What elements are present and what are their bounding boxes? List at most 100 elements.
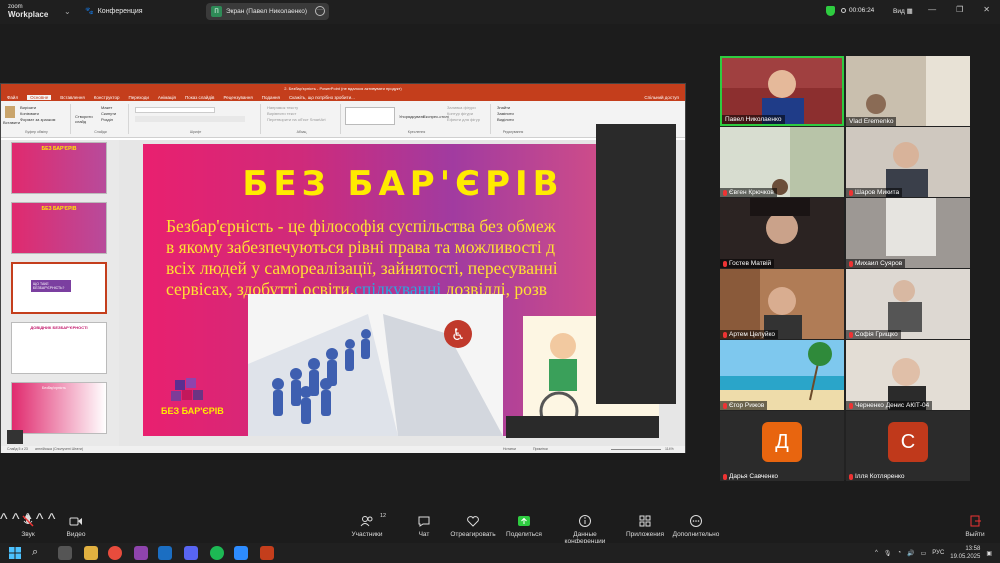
battery-icon[interactable]: ▭ xyxy=(921,550,927,557)
comments-button[interactable]: Примітки xyxy=(533,446,548,453)
participant-tile[interactable]: Євген Крючков xyxy=(720,127,844,197)
zoom-level[interactable]: 114% xyxy=(665,446,674,453)
copy-button[interactable]: Копіювати xyxy=(20,111,39,116)
new-slide-button[interactable]: Створити слайд xyxy=(75,114,95,124)
paste-icon[interactable] xyxy=(5,106,15,118)
conference-menu[interactable]: 🐾 Конференция xyxy=(85,7,143,16)
shapes-gallery[interactable] xyxy=(345,107,395,125)
slide-thumbnail-selected[interactable]: 5 ЩО ТАКЕ БЕЗБАР'ЄРНІСТЬ? xyxy=(11,262,107,314)
search-icon[interactable]: ⌕ xyxy=(32,546,46,560)
paste-label[interactable]: Вставити xyxy=(3,120,20,125)
tab-slideshow[interactable]: Показ слайдів xyxy=(185,95,214,100)
close-icon[interactable]: ✕ xyxy=(983,5,990,14)
steam-icon[interactable] xyxy=(158,546,172,560)
smartart-button[interactable]: Перетворити на об'єкт SmartArt xyxy=(267,117,326,122)
font-format-buttons[interactable] xyxy=(135,116,245,122)
discord-icon[interactable] xyxy=(184,546,198,560)
chat-button[interactable]: Чат xyxy=(412,514,436,538)
current-slide[interactable]: БЕЗ БАР'ЄРІВ Безбар'єрність - це філософ… xyxy=(143,144,659,436)
overlay-strip xyxy=(506,416,659,438)
chevron-down-icon[interactable]: ⌄ xyxy=(64,7,71,16)
zoom-taskbar-icon[interactable] xyxy=(234,546,248,560)
participant-tile[interactable]: Артем Целуйко xyxy=(720,269,844,339)
notes-button[interactable]: Нотатки xyxy=(503,446,516,453)
spotify-icon[interactable] xyxy=(210,546,224,560)
powerpoint-taskbar-icon[interactable] xyxy=(260,546,274,560)
slide-thumbnail[interactable]: 4 БЕЗ БАР'ЄРІВ xyxy=(11,202,107,254)
tab-design[interactable]: Конструктор xyxy=(94,95,120,100)
participant-tile[interactable]: Черненко Денис АКІТ-04 xyxy=(846,340,970,410)
minimize-icon[interactable]: — xyxy=(928,5,936,14)
participant-tile[interactable]: Михаил Суяров xyxy=(846,198,970,268)
participant-tile[interactable]: Гостев Матвій xyxy=(720,198,844,268)
react-button[interactable]: Отреагировать xyxy=(450,514,496,538)
tab-home[interactable]: Основне xyxy=(27,94,52,100)
more-button[interactable]: Дополнительно xyxy=(672,514,720,538)
text-direction-button[interactable]: Напрямок тексту xyxy=(267,105,298,110)
app-icon[interactable] xyxy=(134,546,148,560)
tab-animations[interactable]: Анімація xyxy=(158,95,176,100)
zoom-slider[interactable] xyxy=(611,449,661,450)
participant-tile[interactable]: Vlad Eremenko xyxy=(846,56,970,126)
ppt-ribbon-tabs: Файл Основне Вставлення Конструктор Пере… xyxy=(1,93,685,101)
tell-me-search[interactable]: Скажіть, що потрібно зробити... xyxy=(289,95,355,100)
align-text-button[interactable]: Вирівняти текст xyxy=(267,111,296,116)
chrome-icon[interactable] xyxy=(108,546,122,560)
file-explorer-icon[interactable] xyxy=(84,546,98,560)
cut-button[interactable]: Вирізати xyxy=(20,105,36,110)
audio-caret-icon[interactable]: ^ xyxy=(0,511,8,528)
audio-button[interactable]: Звук xyxy=(14,514,42,538)
quick-styles-button[interactable]: Експрес-стилі xyxy=(423,114,449,119)
participant-tile[interactable]: Д Дарья Савченко xyxy=(720,411,844,481)
participant-tile[interactable]: Павел Николаенко xyxy=(720,56,844,126)
replace-button[interactable]: Замінити xyxy=(497,111,514,116)
slide-thumbnail[interactable]: 3 БЕЗ БАР'ЄРІВ xyxy=(11,142,107,194)
more-options-icon[interactable]: ··· xyxy=(315,6,325,16)
view-menu[interactable]: Вид ▦ xyxy=(893,7,913,15)
shape-outline-button[interactable]: Контур фігури xyxy=(447,111,473,116)
font-family-select[interactable] xyxy=(135,107,215,113)
task-view-icon[interactable] xyxy=(58,546,72,560)
slide-thumbnail[interactable]: 6 ДОВІДНИК БЕЗБАР'ЄРНОСТІ xyxy=(11,322,107,374)
apps-button[interactable]: Приложения xyxy=(624,514,666,538)
format-painter-button[interactable]: Формат за зразком xyxy=(20,117,55,122)
windows-start-icon[interactable] xyxy=(8,546,22,560)
meeting-info-button[interactable]: Данные конференции xyxy=(552,514,618,545)
tab-insert[interactable]: Вставлення xyxy=(60,95,85,100)
select-button[interactable]: Виділити xyxy=(497,117,514,122)
notifications-icon[interactable]: ▣ xyxy=(986,550,992,557)
participant-tile[interactable]: С Ілля Котляренко xyxy=(846,411,970,481)
reset-button[interactable]: Скинути xyxy=(101,111,116,116)
shape-fill-button[interactable]: Заливка фігури xyxy=(447,105,476,110)
volume-icon[interactable]: 🔊 xyxy=(907,550,914,557)
chat-icon xyxy=(417,514,431,528)
chevron-up-icon[interactable]: ^ xyxy=(875,550,878,556)
microphone-tray-icon[interactable]: 🎙 xyxy=(884,550,892,557)
tab-view[interactable]: Подання xyxy=(262,95,280,100)
shape-effects-button[interactable]: Ефекти для фігур xyxy=(447,117,480,122)
participant-tile[interactable]: Софія Грищко xyxy=(846,269,970,339)
tab-review[interactable]: Рецензування xyxy=(223,95,252,100)
screen-share-indicator[interactable]: П Экран (Павел Николаенко) ··· xyxy=(206,3,329,20)
restore-icon[interactable]: ❐ xyxy=(956,5,963,14)
participant-tile[interactable]: Шаров Микита xyxy=(846,127,970,197)
section-button[interactable]: Розділ xyxy=(101,117,113,122)
tab-file[interactable]: Файл xyxy=(7,95,18,100)
clock[interactable]: 13:58 19.05.2025 xyxy=(950,545,980,561)
wifi-icon[interactable]: ◔ xyxy=(898,550,902,556)
participants-button[interactable]: 12 Участники xyxy=(348,513,386,538)
share-link[interactable]: Спільний доступ xyxy=(644,95,679,100)
share-screen-button[interactable]: Поделиться xyxy=(504,514,544,538)
layout-button[interactable]: Макет xyxy=(101,105,112,110)
participant-video xyxy=(846,269,970,339)
react-caret-icon[interactable]: ^ xyxy=(48,511,56,528)
shield-icon[interactable] xyxy=(826,6,835,16)
slide-thumbnail[interactable]: 7 Безбар'єрність xyxy=(11,382,107,434)
video-button[interactable]: Видео xyxy=(64,514,88,538)
language-indicator[interactable]: РУС xyxy=(932,550,944,556)
tab-transitions[interactable]: Переходи xyxy=(128,95,148,100)
participant-tile[interactable]: Єгор Рижов xyxy=(720,340,844,410)
arrange-button[interactable]: Упорядкувати xyxy=(399,114,425,119)
find-button[interactable]: Знайти xyxy=(497,105,510,110)
leave-button[interactable]: Выйти xyxy=(962,514,988,538)
